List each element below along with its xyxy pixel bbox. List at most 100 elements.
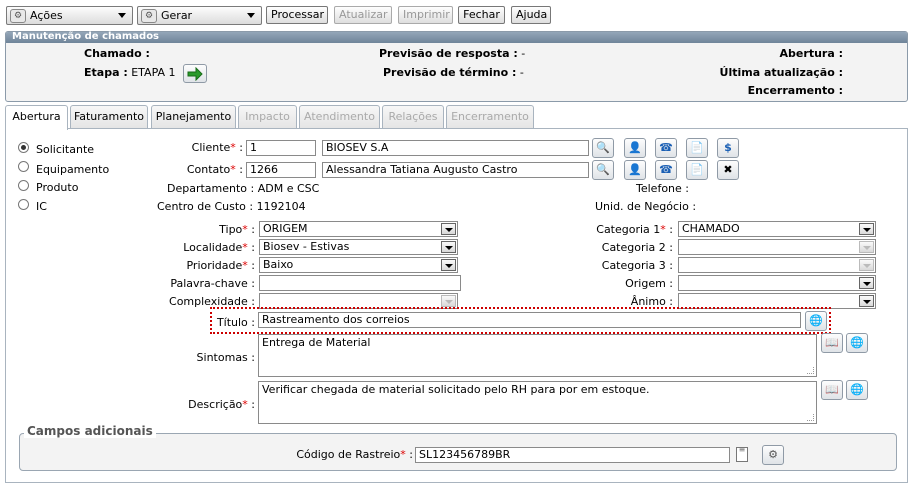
tab-planejamento[interactable]: Planejamento bbox=[151, 105, 236, 129]
prev-termino-value: - bbox=[519, 66, 524, 79]
resize-grip-icon[interactable] bbox=[807, 414, 814, 421]
tab-atendimento[interactable]: Atendimento bbox=[299, 105, 380, 129]
tab-impacto[interactable]: Impacto bbox=[238, 105, 297, 129]
telefone-label: Telefone : bbox=[636, 182, 689, 195]
categoria2-select[interactable] bbox=[678, 239, 876, 255]
search-icon: 🔍 bbox=[596, 141, 610, 154]
gerar-label: Gerar bbox=[161, 9, 193, 22]
contato-person-button[interactable]: 👤 bbox=[624, 160, 646, 180]
radio-produto-label: Produto bbox=[36, 181, 79, 194]
tab-abertura[interactable]: Abertura bbox=[5, 105, 68, 130]
acoes-label: Ações bbox=[30, 9, 63, 22]
centro-custo-text: Centro de Custo : 1192104 bbox=[157, 200, 306, 213]
imprimir-button[interactable]: Imprimir bbox=[398, 6, 453, 24]
contato-phone-button[interactable]: ☎ bbox=[655, 160, 677, 180]
search-contato-button[interactable]: 🔍 bbox=[592, 160, 614, 180]
cliente-name-input[interactable]: BIOSEV S.A bbox=[322, 140, 589, 156]
sintomas-book-button[interactable]: 📖 bbox=[821, 333, 843, 353]
cliente-label: Cliente bbox=[191, 141, 231, 154]
tipo-select[interactable]: ORIGEM bbox=[259, 221, 458, 237]
categoria2-label: Categoria 2 : bbox=[601, 241, 673, 254]
categoria3-select[interactable] bbox=[678, 257, 876, 273]
sintomas-globe-button[interactable]: 🌐 bbox=[846, 333, 868, 353]
cliente-notes-button[interactable]: 📄 bbox=[686, 138, 708, 158]
palavra-chave-input[interactable] bbox=[259, 275, 461, 291]
notes-icon: 📄 bbox=[690, 163, 704, 176]
contato-label-row: Contato* : bbox=[186, 163, 243, 176]
cliente-person-button[interactable]: 👤 bbox=[624, 138, 646, 158]
descricao-book-button[interactable]: 📖 bbox=[821, 380, 843, 400]
localidade-select[interactable]: Biosev - Estivas bbox=[259, 239, 458, 255]
person-icon: 👤 bbox=[628, 141, 642, 154]
tab-relacoes[interactable]: Relações bbox=[382, 105, 444, 129]
chevron-down-icon bbox=[441, 259, 456, 271]
ultima-atualizacao-label: Última atualização : bbox=[719, 66, 843, 79]
prioridade-select[interactable]: Baixo bbox=[259, 257, 458, 273]
prioridade-value: Baixo bbox=[263, 258, 294, 271]
tab-faturamento[interactable]: Faturamento bbox=[70, 105, 148, 129]
origem-label: Origem : bbox=[625, 277, 673, 290]
tipo-value: ORIGEM bbox=[263, 222, 308, 235]
actions-icon: ⚙ bbox=[10, 8, 26, 23]
radio-equipamento-label: Equipamento bbox=[36, 163, 110, 176]
cliente-code-input[interactable]: 1 bbox=[246, 140, 316, 156]
contato-notes-button[interactable]: 📄 bbox=[686, 160, 708, 180]
titulo-label: Título : bbox=[216, 316, 255, 329]
tab-encerramento[interactable]: Encerramento bbox=[446, 105, 534, 129]
search-cliente-button[interactable]: 🔍 bbox=[592, 138, 614, 158]
gerar-dropdown[interactable]: ⚙ Gerar bbox=[137, 6, 262, 25]
acoes-dropdown[interactable]: ⚙ Ações bbox=[6, 6, 133, 25]
departamento-text: Departamento : ADM e CSC bbox=[167, 182, 320, 195]
arrow-right-icon bbox=[187, 66, 203, 82]
globe-icon: 🌐 bbox=[850, 336, 864, 349]
panel-title: Manutenção de chamados bbox=[6, 32, 907, 43]
localidade-label: Localidade bbox=[183, 241, 243, 254]
cliente-phone-button[interactable]: ☎ bbox=[655, 138, 677, 158]
prev-resposta-row: Previsão de resposta : - bbox=[379, 47, 525, 60]
sintomas-textarea[interactable]: Entrega de Material bbox=[258, 334, 817, 377]
chevron-down-icon bbox=[859, 277, 874, 289]
contato-name-input[interactable]: Alessandra Tatiana Augusto Castro bbox=[322, 162, 589, 178]
tipo-label: Tipo bbox=[219, 223, 243, 236]
etapa-value: ETAPA 1 bbox=[131, 66, 176, 79]
rastreio-settings-button[interactable]: ⚙ bbox=[762, 445, 784, 465]
gear-icon: ⚙ bbox=[768, 448, 778, 461]
search-icon: 🔍 bbox=[596, 163, 610, 176]
descricao-textarea[interactable]: Verificar chegada de material solicitado… bbox=[258, 381, 817, 424]
categoria1-value: CHAMADO bbox=[682, 222, 740, 235]
localidade-value: Biosev - Estivas bbox=[263, 240, 350, 253]
radio-produto[interactable] bbox=[18, 180, 29, 191]
tipo-label-row: Tipo* : bbox=[219, 223, 255, 236]
resize-grip-icon[interactable] bbox=[807, 367, 814, 374]
radio-equipamento[interactable] bbox=[18, 161, 29, 172]
phone-icon: ☎ bbox=[659, 163, 673, 176]
cliente-label-row: Cliente* : bbox=[191, 141, 243, 154]
globe-icon: 🌐 bbox=[809, 314, 823, 327]
cliente-billing-button[interactable]: $ bbox=[717, 138, 739, 158]
radio-ic[interactable] bbox=[18, 199, 29, 210]
titulo-translate-button[interactable]: 🌐 bbox=[805, 311, 827, 331]
descricao-globe-button[interactable]: 🌐 bbox=[846, 380, 868, 400]
categoria1-select[interactable]: CHAMADO bbox=[678, 221, 876, 237]
rastreio-input[interactable]: SL123456789BR bbox=[415, 447, 730, 463]
notes-icon: 📄 bbox=[690, 141, 704, 154]
next-stage-button[interactable] bbox=[183, 64, 207, 83]
categoria1-label-row: Categoria 1* : bbox=[596, 223, 673, 236]
origem-select[interactable] bbox=[678, 275, 876, 291]
chevron-down-icon bbox=[859, 223, 874, 235]
ajuda-button[interactable]: Ajuda bbox=[511, 6, 551, 24]
atualizar-button[interactable]: Atualizar bbox=[334, 6, 392, 24]
contato-tools-button[interactable]: ✖ bbox=[717, 160, 739, 180]
rastreio-label: Código de Rastreio bbox=[296, 448, 401, 461]
chevron-down-icon bbox=[118, 13, 126, 18]
chevron-down-icon bbox=[859, 295, 874, 307]
titulo-input[interactable]: Rastreamento dos correios bbox=[258, 312, 801, 328]
book-icon: 📖 bbox=[825, 336, 839, 349]
rastreio-document-icon[interactable]: ≡ bbox=[736, 446, 748, 462]
chevron-down-icon bbox=[441, 223, 456, 235]
fechar-button[interactable]: Fechar bbox=[458, 6, 505, 24]
book-icon: 📖 bbox=[825, 383, 839, 396]
processar-button[interactable]: Processar bbox=[266, 6, 328, 24]
radio-solicitante[interactable] bbox=[18, 142, 29, 153]
contato-code-input[interactable]: 1266 bbox=[246, 162, 316, 178]
